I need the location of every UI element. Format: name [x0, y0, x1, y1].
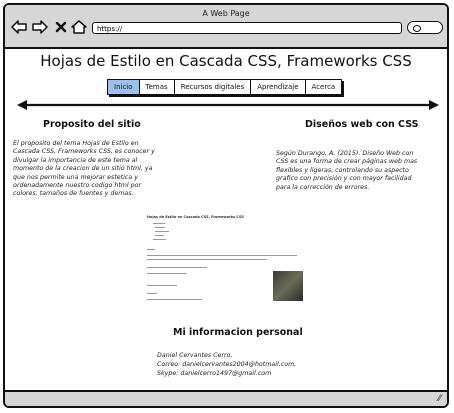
tab-aprendizaje[interactable]: Aprendizaje: [251, 80, 306, 94]
nav-tabs: Inicio Temas Recursos digitales Aprendiz…: [107, 79, 343, 95]
purpose-text: El proposito del tema Hojas de Estilo en…: [13, 140, 183, 199]
web-design-line: para la corrección de errores.: [276, 183, 370, 191]
tab-acerca[interactable]: Acerca: [306, 80, 342, 94]
tab-temas[interactable]: Temas: [140, 80, 175, 94]
window-title: A Web Page: [202, 9, 250, 18]
personal-skype: Skype: danielcerro1497@gmail.com: [157, 370, 272, 377]
personal-info-text: Daniel Cervantes Cerro, Correo: danielce…: [157, 351, 357, 378]
purpose-line: El proposito del tema Hojas de Estilo en: [13, 140, 139, 147]
tab-inicio[interactable]: Inicio: [108, 80, 140, 94]
personal-name: Daniel Cervantes Cerro,: [157, 352, 233, 359]
resize-grip-icon[interactable]: ⁄⁄: [438, 394, 441, 404]
purpose-line: divulgar la importancia de este tema al: [13, 156, 138, 164]
url-bar[interactable]: https://: [92, 22, 402, 34]
purpose-line: que nos permite una mejorar estetica y: [13, 173, 138, 181]
purpose-heading: Proposito del sitio: [43, 119, 141, 130]
personal-info-heading: Mi informacion personal: [173, 327, 303, 338]
back-arrow-icon[interactable]: [11, 19, 27, 35]
web-design-line: flexibles y ligeras, controlando su aspe…: [276, 166, 409, 174]
browser-titlebar: A Web Page https://: [5, 5, 447, 49]
web-design-text: Según Durango, A. (2015). Diseño Web con…: [276, 150, 446, 192]
personal-email: Correo: danielcervantes2004@hotmail.com,: [157, 361, 297, 368]
purpose-line: Cascada CSS, Frameworks CSS, es conocer …: [13, 148, 155, 156]
browser-statusbar: ⁄⁄: [5, 390, 447, 406]
web-design-heading: Diseños web con CSS: [305, 119, 419, 130]
thumbnail-heading: Hojas de Estilo en Cascada CSS, Framewor…: [147, 215, 244, 219]
purpose-line: colores, tamaños de fuentes y demas.: [13, 190, 134, 198]
double-arrow-divider: [17, 100, 439, 110]
home-icon[interactable]: [71, 19, 87, 35]
tab-recursos-digitales[interactable]: Recursos digitales: [175, 80, 252, 94]
page-title: Hojas de Estilo en Cascada CSS, Framewor…: [40, 52, 412, 70]
browser-window: A Web Page https:// Hojas de Estilo en C…: [3, 3, 449, 408]
thumbnail-photo: [273, 271, 303, 301]
search-button[interactable]: [407, 21, 443, 34]
close-icon[interactable]: [55, 19, 67, 35]
page-screenshot-image: Hojas de Estilo en Cascada CSS, Framewor…: [145, 213, 307, 311]
purpose-line: momento de la creacion de un sitio html,…: [13, 165, 153, 173]
forward-arrow-icon[interactable]: [32, 19, 48, 35]
web-design-line: CSS es una forma de crear páginas web ma…: [276, 158, 418, 166]
search-icon: [413, 25, 421, 32]
web-design-line: grafico con precisión y con mayor facili…: [276, 175, 412, 183]
url-text: https://: [97, 25, 123, 33]
